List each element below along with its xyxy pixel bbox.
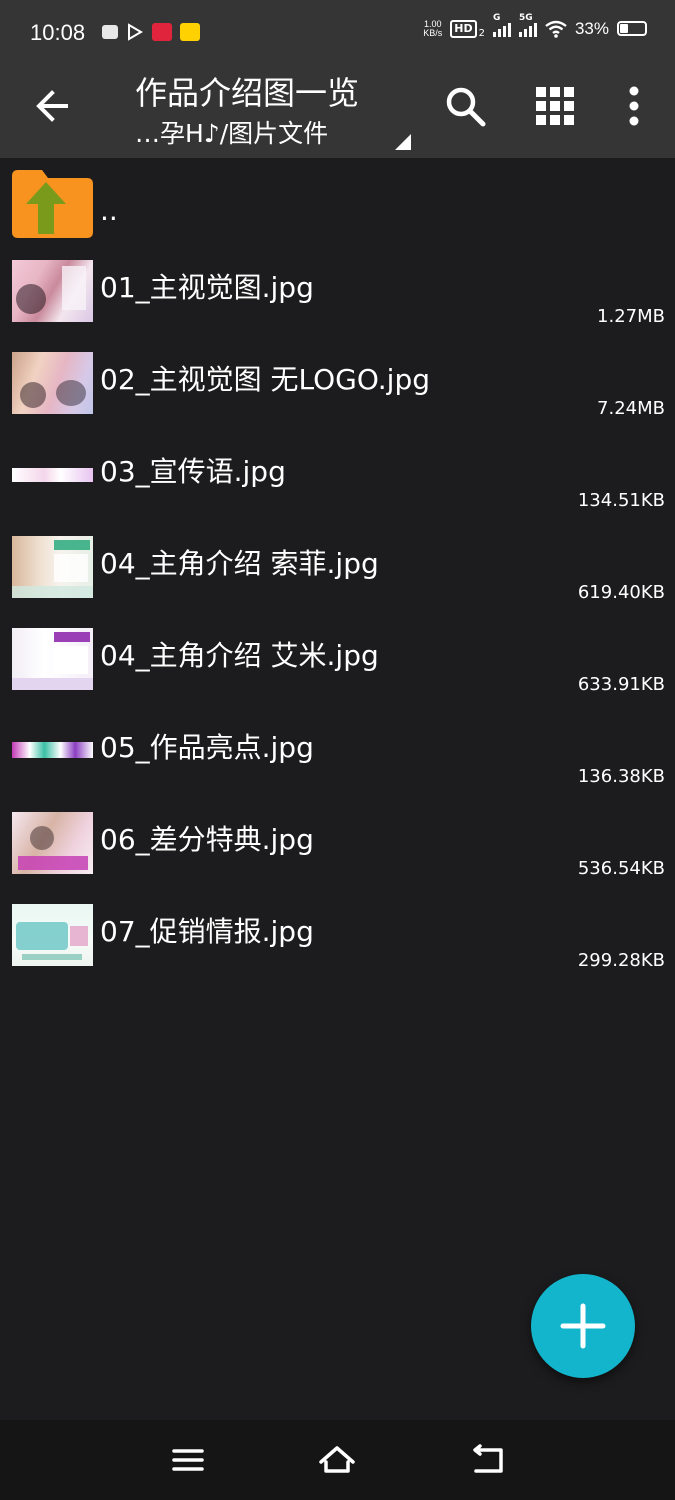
notification-icons bbox=[102, 23, 200, 41]
signal-sim2-icon: 5G bbox=[518, 13, 537, 37]
parent-folder-row[interactable]: .. bbox=[0, 158, 675, 246]
file-name: 04_主角介绍 艾米.jpg bbox=[100, 639, 379, 672]
system-nav-bar bbox=[0, 1420, 675, 1500]
hd-voice-icon: HD bbox=[450, 19, 477, 38]
file-size: 619.40KB bbox=[577, 582, 665, 603]
status-right: 1.00 KB/s HD 2 G 5G 33% bbox=[423, 13, 647, 39]
image-thumbnail bbox=[12, 260, 93, 322]
file-name: 07_促销情报.jpg bbox=[100, 915, 314, 948]
file-name: 01_主视觉图.jpg bbox=[100, 271, 314, 304]
file-row[interactable]: 07_促销情报.jpg 299.28KB bbox=[0, 890, 675, 982]
net-speed: 1.00 KB/s bbox=[423, 19, 443, 38]
gallery-notification-icon bbox=[102, 25, 118, 39]
status-time: 10:08 bbox=[30, 20, 86, 45]
wifi-icon bbox=[545, 20, 567, 38]
file-name: 02_主视觉图 无LOGO.jpg bbox=[100, 363, 430, 396]
folder-up-icon bbox=[12, 170, 93, 238]
back-arrow-icon[interactable] bbox=[28, 80, 80, 132]
file-name: 03_宣传语.jpg bbox=[100, 455, 286, 488]
file-size: 536.54KB bbox=[577, 858, 665, 879]
file-row[interactable]: 05_作品亮点.jpg 136.38KB bbox=[0, 706, 675, 798]
image-thumbnail bbox=[12, 628, 93, 690]
grid-view-icon[interactable] bbox=[531, 82, 579, 130]
file-size: 7.24MB bbox=[597, 398, 665, 419]
file-row[interactable]: 04_主角介绍 艾米.jpg 633.91KB bbox=[0, 614, 675, 706]
sim1-label: G bbox=[492, 12, 501, 23]
image-thumbnail bbox=[12, 536, 93, 598]
file-name: 04_主角介绍 索菲.jpg bbox=[100, 547, 379, 580]
more-options-icon[interactable] bbox=[610, 82, 658, 130]
file-size: 299.28KB bbox=[577, 950, 665, 971]
file-list: .. 01_主视觉图.jpg 1.27MB 02_主视觉图 无LOGO.jpg … bbox=[0, 158, 675, 982]
plus-icon bbox=[560, 1303, 606, 1349]
signal-sim1-icon: G bbox=[492, 13, 511, 37]
path-dropdown-caret-icon[interactable] bbox=[393, 132, 413, 152]
back-nav-icon[interactable] bbox=[468, 1440, 508, 1480]
file-size: 134.51KB bbox=[577, 490, 665, 511]
file-size: 136.38KB bbox=[577, 766, 665, 787]
add-button[interactable] bbox=[531, 1274, 635, 1378]
home-icon[interactable] bbox=[317, 1440, 357, 1480]
parent-folder-label: .. bbox=[100, 194, 118, 227]
net-speed-unit: KB/s bbox=[423, 27, 443, 38]
hd-sub: 2 bbox=[478, 28, 485, 39]
image-thumbnail bbox=[12, 812, 93, 874]
app-notification-icon-red bbox=[152, 23, 172, 41]
status-bar: 10:08 1.00 KB/s HD 2 G 5G 33% bbox=[0, 0, 675, 62]
image-thumbnail bbox=[12, 720, 93, 782]
image-thumbnail bbox=[12, 352, 93, 414]
file-name: 05_作品亮点.jpg bbox=[100, 731, 314, 764]
folder-title: 作品介绍图一览 bbox=[135, 74, 360, 112]
search-icon[interactable] bbox=[441, 82, 489, 130]
file-row[interactable]: 02_主视觉图 无LOGO.jpg 7.24MB bbox=[0, 338, 675, 430]
play-store-notification-icon bbox=[128, 23, 143, 41]
folder-path[interactable]: …孕H♪/图片文件 bbox=[135, 114, 328, 150]
image-thumbnail bbox=[12, 904, 93, 966]
file-row[interactable]: 01_主视觉图.jpg 1.27MB bbox=[0, 246, 675, 338]
toolbar: 作品介绍图一览 …孕H♪/图片文件 bbox=[0, 62, 675, 158]
recents-menu-icon[interactable] bbox=[168, 1440, 208, 1480]
file-size: 1.27MB bbox=[597, 306, 665, 327]
hd-label: HD bbox=[454, 21, 473, 35]
battery-percent: 33% bbox=[574, 18, 609, 38]
sim2-label: 5G bbox=[518, 12, 533, 23]
image-thumbnail bbox=[12, 444, 93, 506]
meituan-notification-icon bbox=[180, 23, 200, 41]
file-row[interactable]: 04_主角介绍 索菲.jpg 619.40KB bbox=[0, 522, 675, 614]
file-size: 633.91KB bbox=[577, 674, 665, 695]
file-row[interactable]: 03_宣传语.jpg 134.51KB bbox=[0, 430, 675, 522]
file-name: 06_差分特典.jpg bbox=[100, 823, 314, 856]
battery-icon bbox=[617, 21, 647, 36]
file-row[interactable]: 06_差分特典.jpg 536.54KB bbox=[0, 798, 675, 890]
